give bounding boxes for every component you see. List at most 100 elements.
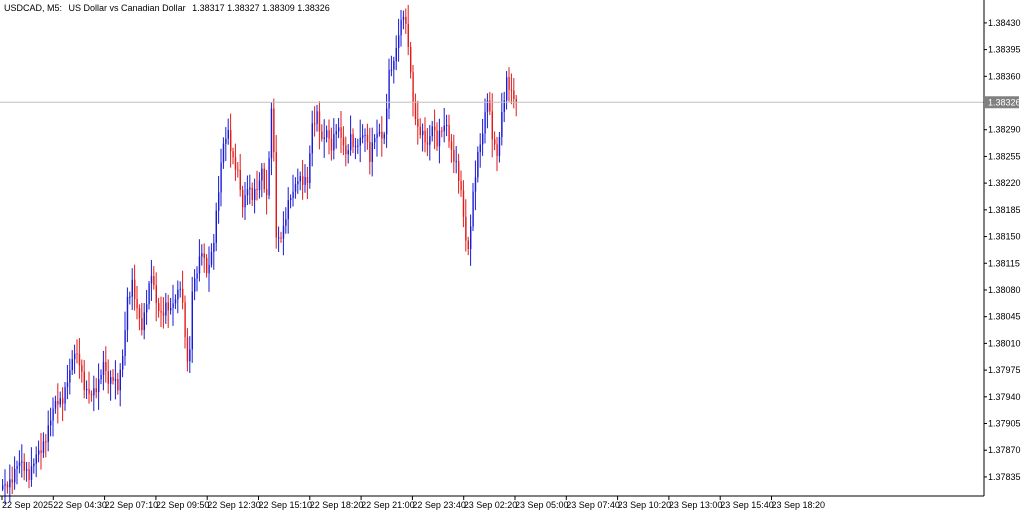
- candle-body: [172, 303, 174, 308]
- candle-body: [2, 485, 4, 490]
- candle-body: [496, 144, 498, 157]
- price-tick-label: 1.38430: [988, 18, 1021, 28]
- candle-body: [462, 190, 465, 217]
- candle-body: [386, 108, 388, 135]
- candle-body: [40, 450, 42, 453]
- candle-body: [364, 134, 366, 136]
- candle-body: [362, 135, 364, 138]
- candle-body: [400, 19, 402, 36]
- candle-body: [158, 303, 160, 311]
- candle-body: [374, 138, 376, 143]
- candle-body: [88, 389, 90, 394]
- price-tick-label: 1.38255: [988, 151, 1021, 161]
- candle-body: [350, 134, 352, 151]
- candle-body: [455, 161, 457, 163]
- candle-body: [78, 353, 81, 366]
- candle-body: [114, 379, 117, 381]
- candle-body: [52, 408, 54, 421]
- candle-body: [167, 302, 169, 311]
- candle-body: [302, 176, 304, 185]
- price-tick-label: 1.38220: [988, 178, 1021, 188]
- candle-body: [371, 142, 373, 162]
- candle-body: [412, 72, 414, 102]
- candle-body: [23, 461, 25, 471]
- candle-body: [508, 77, 510, 90]
- candlestick-chart[interactable]: 1.38430 1.38395 1.38360 1.38290 1.38255 1.382…: [0, 0, 1024, 511]
- price-axis-ticks: 1.38430 1.38395 1.38360 1.38290 1.38255 1.382…: [984, 18, 1021, 482]
- candle-body: [280, 237, 282, 239]
- price-tick-label: 1.38115: [988, 258, 1020, 268]
- candle-body: [311, 123, 313, 154]
- chart-window[interactable]: USDCAD, M5: US Dollar vs Canadian Dollar…: [0, 0, 1024, 511]
- candle-body: [246, 189, 249, 196]
- candle-body: [395, 48, 397, 62]
- time-tick-label: 22 Sep 12:30: [207, 500, 261, 510]
- candle-body: [484, 111, 486, 134]
- time-tick-label: 23 Sep 05:00: [515, 500, 569, 510]
- candle-body: [122, 356, 124, 370]
- candle-body: [285, 219, 287, 226]
- candle-body: [16, 466, 18, 469]
- time-tick-label: 22 Sep 07:10: [105, 500, 159, 510]
- time-tick-label: 22 Sep 21:00: [361, 500, 415, 510]
- price-tick-label: 1.38395: [988, 45, 1021, 55]
- candle-body: [330, 138, 333, 151]
- price-tick-label: 1.37905: [988, 419, 1021, 429]
- candle-body: [26, 469, 28, 471]
- candle-body: [105, 362, 107, 372]
- candle-body: [359, 137, 361, 146]
- price-tick-label: 1.38150: [988, 232, 1021, 242]
- chart-title: USDCAD, M5: US Dollar vs Canadian Dollar…: [4, 3, 334, 13]
- candle-body: [352, 134, 354, 147]
- candle-body: [18, 462, 21, 467]
- candle-body: [323, 137, 325, 139]
- candle-body: [472, 191, 474, 227]
- candle-body: [230, 130, 232, 152]
- candle-body: [446, 124, 448, 126]
- candle-body: [342, 137, 345, 146]
- candle-body: [33, 463, 35, 467]
- time-tick-label: 23 Sep 07:40: [566, 500, 620, 510]
- candle-body: [102, 362, 105, 376]
- candle-body: [448, 124, 450, 142]
- candle-body: [81, 365, 83, 372]
- candle-body: [57, 400, 59, 405]
- candle-body: [441, 130, 443, 132]
- candle-body: [506, 77, 508, 101]
- price-tick-label: 1.37870: [988, 445, 1021, 455]
- candle-body: [232, 151, 234, 158]
- candle-body: [59, 398, 61, 405]
- candle-body: [54, 400, 57, 409]
- candle-body: [369, 141, 371, 162]
- candle-body: [278, 237, 280, 239]
- candle-body: [347, 150, 349, 155]
- candle-body: [93, 388, 95, 396]
- candle-body: [4, 484, 6, 486]
- candle-body: [498, 137, 501, 157]
- candle-body: [378, 131, 381, 134]
- candle-body: [321, 131, 323, 139]
- candle-body: [189, 349, 191, 362]
- candle-body: [333, 134, 335, 151]
- candle-body: [206, 258, 208, 274]
- price-tick-label: 1.37975: [988, 365, 1021, 375]
- candle-body: [126, 296, 129, 331]
- candle-body: [304, 177, 306, 185]
- candle-body: [429, 136, 431, 145]
- candle-body: [100, 375, 102, 380]
- candle-body: [294, 184, 297, 192]
- candle-body: [460, 180, 462, 191]
- price-tick-label: 1.38045: [988, 312, 1021, 322]
- candle-body: [177, 289, 179, 300]
- candle-body: [297, 181, 299, 185]
- candle-body: [438, 130, 441, 147]
- candle-body: [414, 101, 417, 120]
- candle-body: [117, 379, 119, 391]
- candle-body: [50, 420, 52, 426]
- price-tick-label: 1.37835: [988, 472, 1021, 482]
- candle-body: [376, 133, 378, 139]
- candle-body: [90, 393, 93, 396]
- candle-body: [398, 35, 400, 49]
- time-tick-label: 22 Sep 2025: [2, 500, 53, 510]
- candle-body: [148, 283, 150, 305]
